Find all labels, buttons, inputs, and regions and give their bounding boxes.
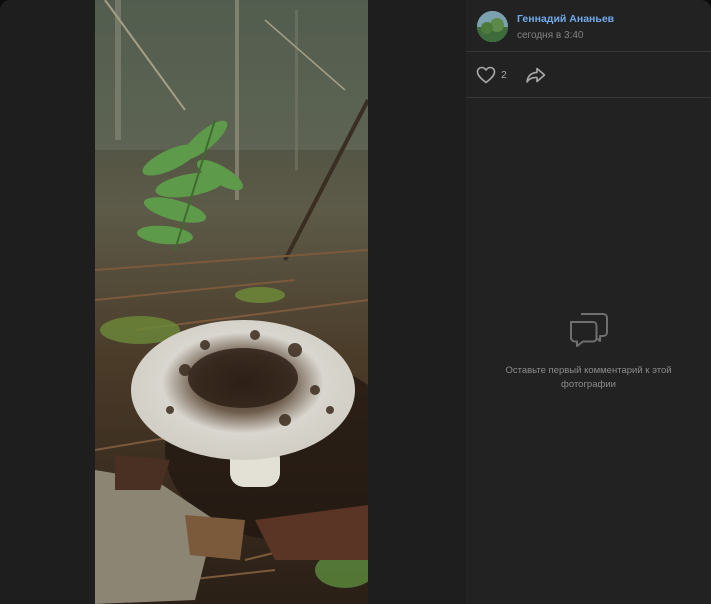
avatar-image [477,11,508,42]
empty-comments-text: Оставьте первый комментарий к этой фотог… [505,365,672,390]
author-block: Геннадий Ананьев сегодня в 3:40 [466,0,711,52]
like-button[interactable]: 2 [476,65,507,85]
action-bar: 2 [466,52,711,98]
author-name[interactable]: Геннадий Ананьев [517,13,614,25]
photo-stage [0,0,466,604]
side-panel: Геннадий Ананьев сегодня в 3:40 2 Оставь [466,0,711,604]
comments-empty-state: Оставьте первый комментарий к этой фотог… [466,310,711,392]
photo-viewer: Геннадий Ананьев сегодня в 3:40 2 Оставь [0,0,711,604]
like-count: 2 [501,69,507,81]
heart-icon [476,66,496,84]
photo[interactable] [95,0,368,604]
post-time[interactable]: сегодня в 3:40 [517,30,583,41]
avatar[interactable] [477,11,508,42]
share-button[interactable] [525,65,547,85]
share-arrow-icon [526,67,546,83]
comment-bubble-icon [569,313,608,347]
mushroom-photo-image [95,0,368,604]
